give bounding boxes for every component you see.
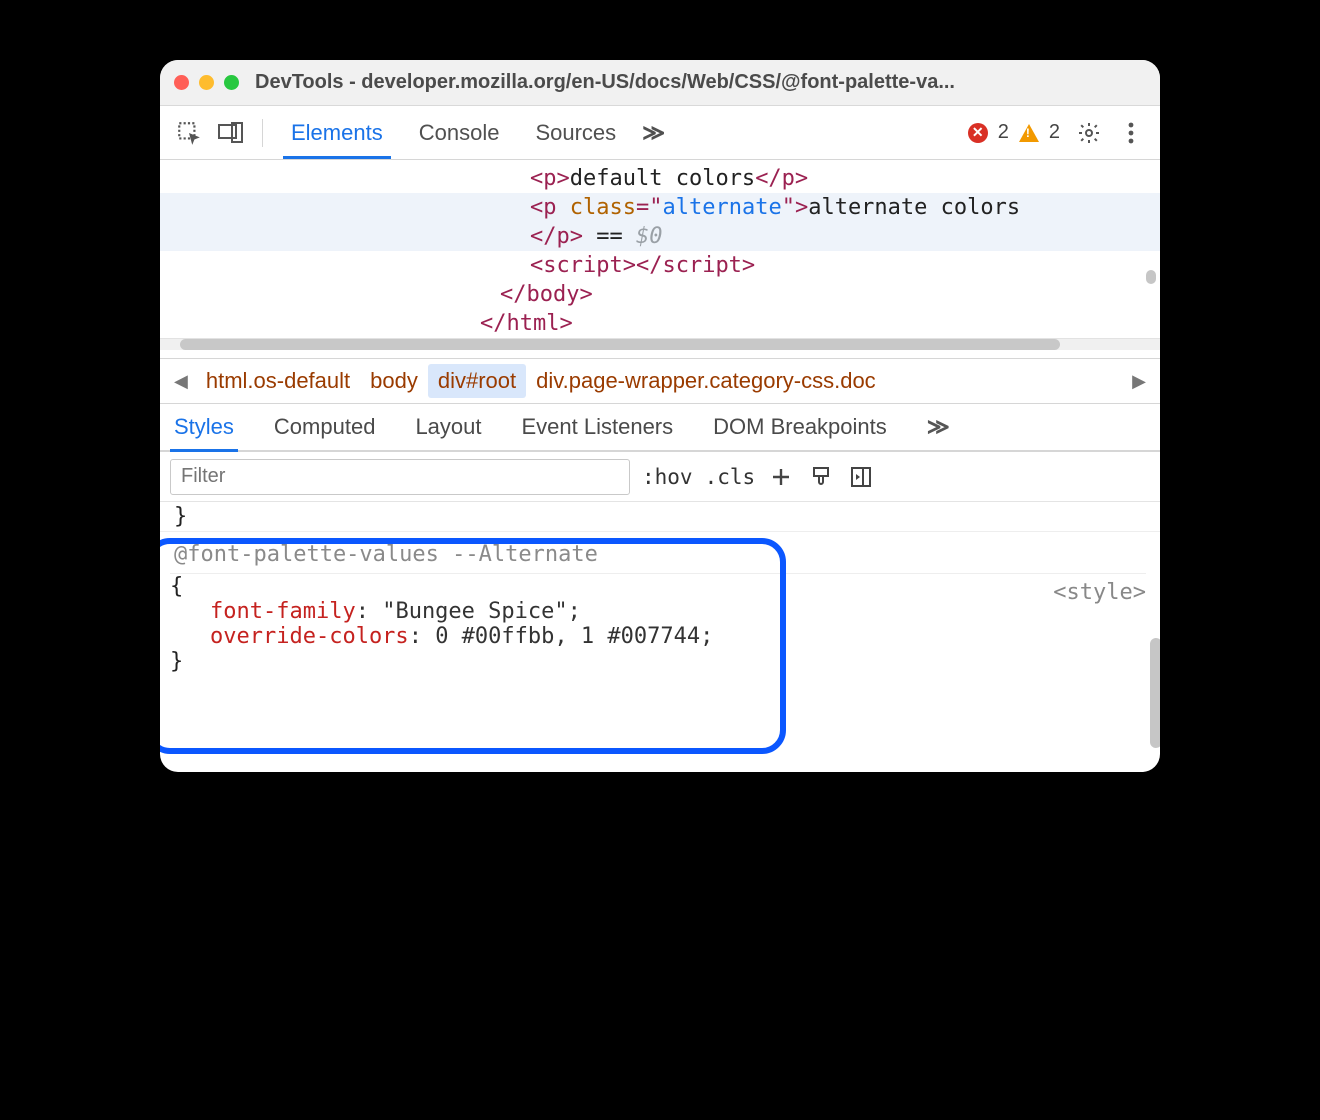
dom-node[interactable]: </body> [160,280,1160,309]
breadcrumb-left-icon[interactable]: ◀ [166,371,196,392]
subtab-styles[interactable]: Styles [174,404,234,450]
dom-tree-panel[interactable]: <p>default colors</p> <p class="alternat… [160,160,1160,358]
devtools-toolbar: Elements Console Sources ≫ ✕ 2 2 [160,106,1160,160]
css-property-name[interactable]: font-family [210,599,356,624]
css-declaration[interactable]: override-colors: 0 #00ffbb, 1 #007744; [170,624,1146,649]
window-minimize-button[interactable] [199,75,214,90]
subtab-dom-breakpoints[interactable]: DOM Breakpoints [713,404,887,450]
tab-elements[interactable]: Elements [273,106,401,159]
dom-node[interactable]: </html> [160,309,1160,338]
tab-console[interactable]: Console [401,106,518,159]
breadcrumb-item-selected[interactable]: div#root [428,364,526,398]
breadcrumb-right-icon[interactable]: ▶ [1124,371,1154,392]
dom-breadcrumb: ◀ html.os-default body div#root div.page… [160,358,1160,404]
css-rule-close-brace: } [160,502,1160,531]
css-rule-source-link[interactable]: <style> [1053,580,1146,605]
toggle-hover-button[interactable]: :hov [642,465,693,489]
issue-counters[interactable]: ✕ 2 2 [968,121,1060,144]
styles-rules-panel[interactable]: @font-palette-values --Alternate { font-… [160,532,1160,772]
tab-sources[interactable]: Sources [517,106,634,159]
toggle-computed-sidebar-icon[interactable] [847,463,875,491]
paint-brush-icon[interactable] [807,463,835,491]
dom-node[interactable]: <script></script> [160,251,1160,280]
dom-node-selected-close[interactable]: </p> == $0 [160,222,1160,251]
breadcrumb-item[interactable]: div.page-wrapper.category-css.doc [526,368,886,394]
window-title: DevTools - developer.mozilla.org/en-US/d… [255,71,955,94]
error-icon: ✕ [968,123,988,143]
css-property-value[interactable]: 0 #00ffbb, 1 #007744 [435,624,700,649]
settings-gear-icon[interactable] [1072,116,1106,150]
window-close-button[interactable] [174,75,189,90]
css-close-brace: } [170,649,1146,674]
more-tabs-icon[interactable]: ≫ [634,106,673,159]
subtab-event-listeners[interactable]: Event Listeners [522,404,674,450]
css-property-value[interactable]: "Bungee Spice" [382,599,567,624]
horizontal-scrollbar[interactable] [160,338,1160,350]
window-traffic-lights [174,75,239,90]
more-subtabs-icon[interactable]: ≫ [927,404,950,450]
devtools-window: DevTools - developer.mozilla.org/en-US/d… [160,60,1160,772]
window-maximize-button[interactable] [224,75,239,90]
breadcrumb-item[interactable]: html.os-default [196,364,360,398]
warning-icon [1019,124,1039,142]
error-count: 2 [998,121,1009,144]
styles-filter-input[interactable] [170,459,630,495]
dom-node-selected[interactable]: <p class="alternate">alternate colors [160,193,1160,222]
subtab-computed[interactable]: Computed [274,404,376,450]
styles-filter-row: :hov .cls [160,452,1160,502]
vertical-scrollbar-thumb[interactable] [1150,638,1160,748]
warning-count: 2 [1049,121,1060,144]
breadcrumb-item[interactable]: body [360,364,428,398]
toggle-class-button[interactable]: .cls [705,465,756,489]
new-style-rule-icon[interactable] [767,463,795,491]
window-titlebar: DevTools - developer.mozilla.org/en-US/d… [160,60,1160,106]
css-property-name[interactable]: override-colors [210,624,409,649]
inspect-element-icon[interactable] [172,116,206,150]
dom-node[interactable]: <p>default colors</p> [160,164,1160,193]
css-rule-selector[interactable]: @font-palette-values --Alternate [170,534,1146,573]
css-declaration[interactable]: font-family: "Bungee Spice"; [170,599,1146,624]
styles-subtabs: Styles Computed Layout Event Listeners D… [160,404,1160,452]
toolbar-separator [262,119,263,147]
vertical-scrollbar-thumb[interactable] [1146,270,1156,284]
css-open-brace: { [170,574,1146,599]
device-toolbar-icon[interactable] [214,116,248,150]
subtab-layout[interactable]: Layout [415,404,481,450]
kebab-menu-icon[interactable] [1114,116,1148,150]
